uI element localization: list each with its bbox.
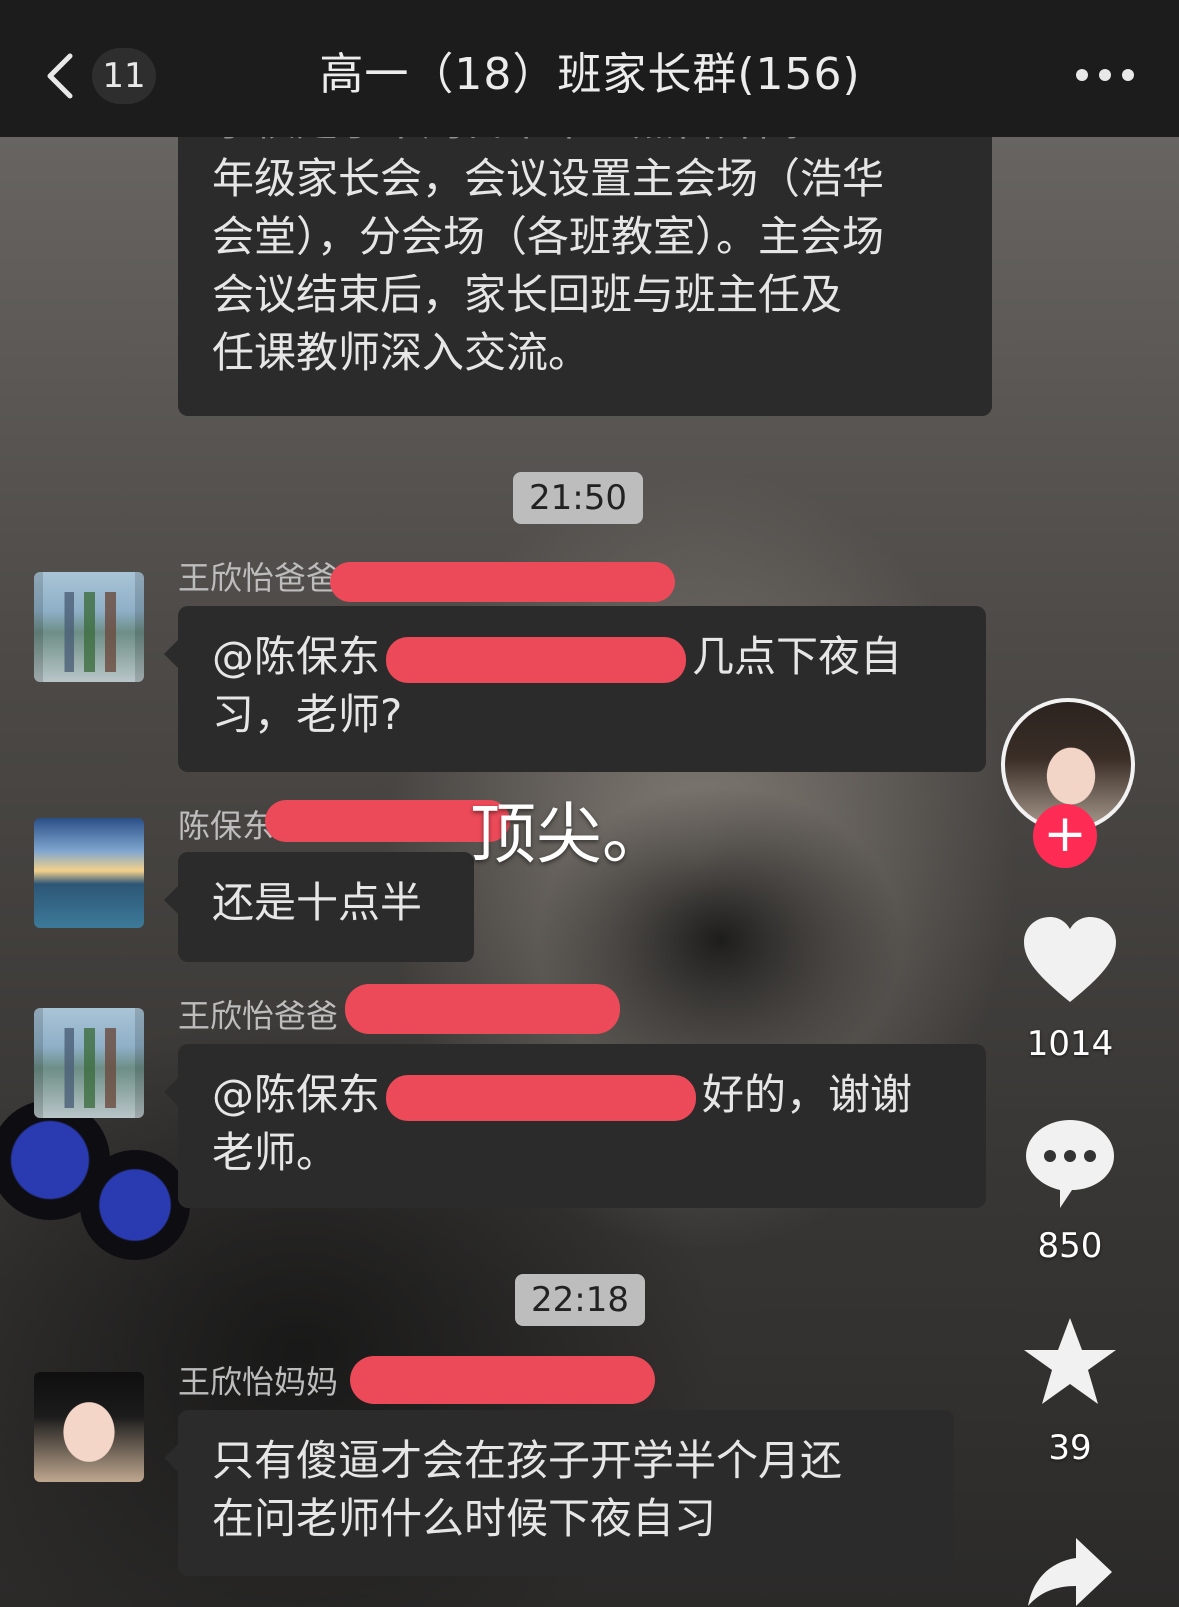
sender-name: 王欣怡爸爸 xyxy=(178,559,339,597)
message-text: 在问老师什么时候下夜自习 xyxy=(212,1494,717,1543)
follow-plus-button[interactable]: + xyxy=(1033,804,1097,868)
sender-name: 陈保东 xyxy=(178,807,275,845)
message-bubble: 还是十点半 xyxy=(164,852,474,962)
mention-text: @陈保东 xyxy=(212,1070,381,1119)
sender-name: 王欣怡爸爸 xyxy=(178,997,339,1035)
bubble-tail xyxy=(164,886,178,914)
favorite-count: 39 xyxy=(1048,1428,1092,1468)
redaction-mark xyxy=(345,984,620,1034)
chat-title: 高一（18）班家长群(156) xyxy=(319,49,861,100)
like-heart-icon[interactable] xyxy=(995,912,1145,1008)
message-bubble-announcement: 学校定于本周日下午三点召开高 年级家长会，会议设置主会场（浩华 会堂），分会场（… xyxy=(178,96,992,416)
redaction-mark xyxy=(386,636,687,683)
message-text: 只有傻逼才会在孩子开学半个月还 xyxy=(212,1436,843,1485)
avatar[interactable] xyxy=(34,1372,144,1482)
comment-bubble-icon[interactable] xyxy=(995,1114,1145,1210)
like-count: 1014 xyxy=(1026,1024,1114,1064)
avatar[interactable] xyxy=(34,1008,144,1118)
message-line: 会堂），分会场（各班教室）。主会场 xyxy=(212,212,885,261)
share-arrow-icon[interactable] xyxy=(995,1528,1145,1607)
sender-name: 王欣怡妈妈 xyxy=(178,1363,339,1401)
message-text: 几点下夜自 xyxy=(692,632,903,681)
video-action-rail: + 1014 850 39 xyxy=(995,690,1145,1607)
unread-count-badge[interactable]: 11 xyxy=(92,48,156,104)
message-text: 老师。 xyxy=(212,1128,339,1177)
avatar[interactable] xyxy=(34,572,144,682)
avatar[interactable] xyxy=(34,818,144,928)
message-line: 年级家长会，会议设置主会场（浩华 xyxy=(212,154,885,203)
comment-count: 850 xyxy=(1037,1226,1103,1266)
timestamp-chip: 22:18 xyxy=(515,1274,645,1326)
redaction-mark xyxy=(386,1074,697,1121)
bubble-tail xyxy=(164,1444,178,1472)
chat-header: 11 高一（18）班家长群(156) xyxy=(0,0,1179,137)
favorite-star-icon[interactable] xyxy=(995,1314,1145,1410)
cartoon-eye-right xyxy=(80,1150,190,1260)
message-bubble: @陈保东 几点下夜自 习，老师? xyxy=(164,606,986,772)
back-chevron-icon[interactable] xyxy=(40,52,80,100)
message-bubble: @陈保东 好的，谢谢 老师。 xyxy=(164,1044,986,1208)
message-text: 好的，谢谢 xyxy=(702,1070,913,1119)
message-bubble: 只有傻逼才会在孩子开学半个月还 在问老师什么时候下夜自习 xyxy=(164,1410,954,1576)
redaction-mark xyxy=(330,562,675,602)
timestamp-chip: 21:50 xyxy=(513,472,643,524)
mention-text: @陈保东 xyxy=(212,632,381,681)
bubble-tail xyxy=(164,640,178,668)
message-text: 还是十点半 xyxy=(212,878,423,927)
redaction-mark xyxy=(350,1356,655,1404)
message-text: 习，老师? xyxy=(212,690,403,739)
more-options-icon[interactable] xyxy=(1070,55,1140,95)
bubble-tail xyxy=(164,1078,178,1106)
video-caption: 顶尖。 xyxy=(470,796,668,873)
message-line: 会议结束后，家长回班与班主任及 xyxy=(212,270,843,319)
message-line: 任课教师深入交流。 xyxy=(212,328,591,377)
